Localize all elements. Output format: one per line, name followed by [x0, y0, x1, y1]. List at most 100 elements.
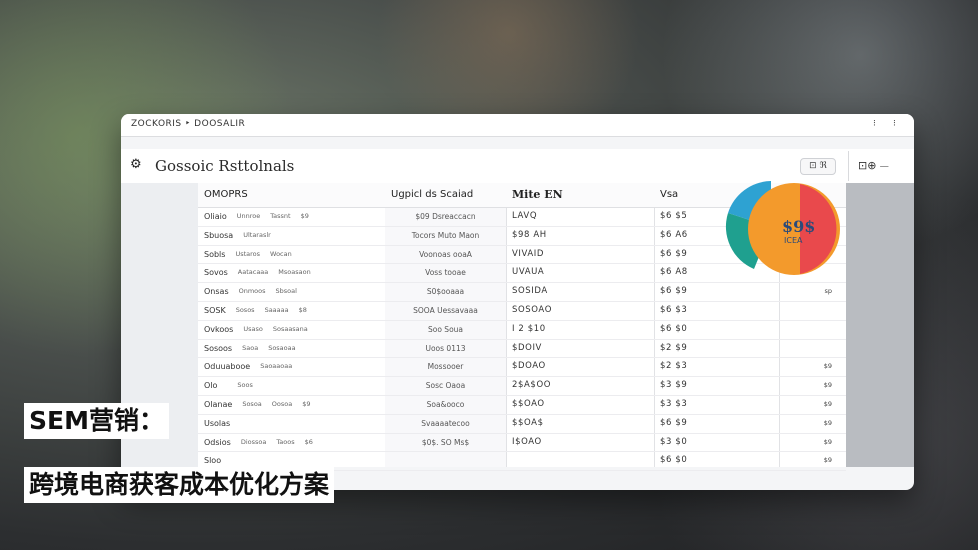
cell-text: Odsios [204, 437, 231, 447]
table-cell-code[interactable]: UVAUA [506, 264, 654, 284]
cell-text: Usolas [204, 418, 231, 428]
app-logo-icon: ⚙ [130, 157, 142, 172]
table-cell-extra[interactable]: $9 [779, 452, 846, 472]
table-cell-extra[interactable]: $9 [779, 415, 846, 434]
table-cell-value[interactable]: $3 $9 [654, 377, 779, 396]
right-panel [846, 183, 914, 467]
table-cell-detail[interactable]: Voss tooae [385, 264, 506, 284]
table-cell-code[interactable]: $98 AH [506, 227, 654, 246]
table-cell-value[interactable]: $6 $9 [654, 415, 779, 434]
table-cell-code[interactable] [506, 452, 654, 472]
table-cell-name[interactable]: Olo Soos [198, 377, 385, 396]
cell-text: Sosos [235, 305, 255, 314]
table-cell-detail[interactable]: $09 Dsreaccacn [385, 208, 506, 227]
table-cell-code[interactable]: 2$A$OO [506, 377, 654, 396]
table-cell-detail[interactable]: Sosc Oaoa [385, 377, 506, 396]
table-cell-value[interactable]: $6 $0 [654, 321, 779, 340]
table-cell-detail[interactable]: Uoos 0113 [385, 340, 506, 359]
table-cell-value[interactable]: $3 $0 [654, 434, 779, 453]
cell-text: Msoasaon [278, 268, 311, 277]
table-cell-detail[interactable]: SOOA Uessavaaa [385, 302, 506, 321]
table-cell-detail[interactable]: $0$. SO Ms$ [385, 434, 506, 453]
table-cell-name[interactable]: Oduuabooe Saoaaoaa [198, 358, 385, 378]
table-cell-name[interactable]: Usolas [198, 415, 385, 434]
table-cell-extra[interactable]: $9 [779, 358, 846, 378]
window-menu-icon[interactable]: ⁝ [873, 119, 876, 129]
table-cell-code[interactable]: LAVQ [506, 208, 654, 227]
table-cell-code[interactable]: I$OAO [506, 434, 654, 453]
cell-text: Sovos [204, 268, 228, 278]
table-cell-code[interactable]: $$OA$ [506, 415, 654, 434]
table-cell-detail[interactable]: Soa&ooco [385, 396, 506, 415]
table-cell-name[interactable]: Sobls Ustaros Wocan [198, 246, 385, 265]
table-cell-code[interactable]: $DOIV [506, 340, 654, 359]
cell-text: Ovkoos [204, 324, 234, 334]
cell-text: Taoos [276, 437, 295, 446]
table-cell-name[interactable]: Olanae Sosoa Oosoa $9 [198, 396, 385, 415]
table-cell-extra[interactable]: sp [779, 283, 846, 302]
cell-text: Saaaaa [264, 305, 289, 314]
cell-text: Wocan [270, 249, 292, 258]
table-cell-detail[interactable]: S0$ooaaa [385, 283, 506, 302]
table-cell-detail[interactable]: Tocors Muto Maon [385, 227, 506, 246]
cell-text: Sbuosa [204, 230, 234, 240]
table-cell-name[interactable]: Onsas Onmoos Sbsoal [198, 283, 385, 302]
table-cell-value[interactable]: $2 $9 [654, 340, 779, 359]
cell-text: Sosoa [242, 399, 262, 408]
table-cell-detail[interactable]: Svaaaatecoo [385, 415, 506, 434]
cell-text: Sosaoaa [268, 343, 296, 352]
cell-text: Ustaros [235, 249, 261, 258]
table-cell-name[interactable]: Sosoos Saoa Sosaoaa [198, 340, 385, 359]
cell-text: Sosaasana [272, 324, 308, 333]
cell-text: $6 [304, 437, 313, 446]
cell-text: Unnroe [236, 212, 261, 220]
table-cell-value[interactable]: $6 $9 [654, 283, 779, 302]
cell-text: Sosoos [204, 343, 233, 353]
table-cell-detail[interactable]: Mossooer [385, 358, 506, 378]
overlay-title: SEM营销： [24, 403, 169, 439]
toolbar-toggle-button[interactable]: ⊡ ℜ [800, 158, 836, 175]
cell-text: $9 [300, 212, 309, 220]
table-cell-detail[interactable]: Soo Soua [385, 321, 506, 340]
table-cell-name[interactable]: Ovkoos Usaso Sosaasana [198, 321, 385, 340]
cell-text: Usaso [243, 324, 263, 333]
table-cell-extra[interactable]: $9 [779, 377, 846, 396]
cell-text: Olo [204, 381, 218, 391]
table-cell-name[interactable]: Odsios Diossoa Taoos $6 [198, 434, 385, 453]
table-cell-extra[interactable]: $9 [779, 396, 846, 415]
table-cell-extra[interactable] [779, 321, 846, 340]
table-cell-name[interactable]: Sovos Aatacaaa Msoasaon [198, 264, 385, 284]
cell-text: Oliaio [204, 212, 227, 221]
table-cell-code[interactable]: VIVAID [506, 246, 654, 265]
table-header[interactable]: Ugpicl ds Scaiad [385, 183, 506, 208]
table-cell-code[interactable]: $$OAO [506, 396, 654, 415]
table-cell-code[interactable]: I 2 $10 [506, 321, 654, 340]
table-cell-detail[interactable]: Voonoas ooaA [385, 246, 506, 265]
table-cell-code[interactable]: SOSOAO [506, 302, 654, 321]
table-cell-extra[interactable] [779, 340, 846, 359]
table-cell-name[interactable]: SOSK Sosos Saaaaa $8 [198, 302, 385, 321]
cell-text: $8 [298, 305, 307, 314]
table-cell-value[interactable]: $6 $0 [654, 452, 779, 472]
table-cell-extra[interactable]: $9 [779, 434, 846, 453]
table-header[interactable]: OMOPRS [198, 183, 385, 208]
window-close-icon[interactable]: ⁝ [893, 119, 896, 129]
table-cell-code[interactable]: SOSIDA [506, 283, 654, 302]
table-cell-name[interactable]: Sbuosa Ultaraslr [198, 227, 385, 246]
cell-text: Ultaraslr [243, 230, 271, 239]
cell-text: $9 [302, 399, 311, 408]
toolbar-right-menu[interactable]: ⊡⊕ ⏤ [848, 151, 889, 181]
table-cell-detail[interactable] [385, 452, 506, 472]
pie-label: $9$ [782, 217, 815, 236]
table-cell-extra[interactable] [779, 302, 846, 321]
table-cell-code[interactable]: $DOAO [506, 358, 654, 378]
cell-text: Onmoos [238, 287, 266, 296]
table-cell-name[interactable]: Oliaio Unnroe Tassnt $9 [198, 208, 385, 227]
cell-text: Diossoa [240, 437, 267, 446]
app-window: ZOCKORIS ‣ DOOSALIR ⁝ ⁝ ⚙ Gossoic Rsttol… [121, 114, 914, 490]
table-cell-value[interactable]: $3 $3 [654, 396, 779, 415]
table-cell-value[interactable]: $6 $3 [654, 302, 779, 321]
table-column-detail: Ugpicl ds Scaiad $09 Dsreaccacn Tocors Mu… [385, 183, 507, 472]
table-header[interactable]: Mite EN [506, 183, 654, 208]
table-cell-value[interactable]: $2 $3 [654, 358, 779, 378]
